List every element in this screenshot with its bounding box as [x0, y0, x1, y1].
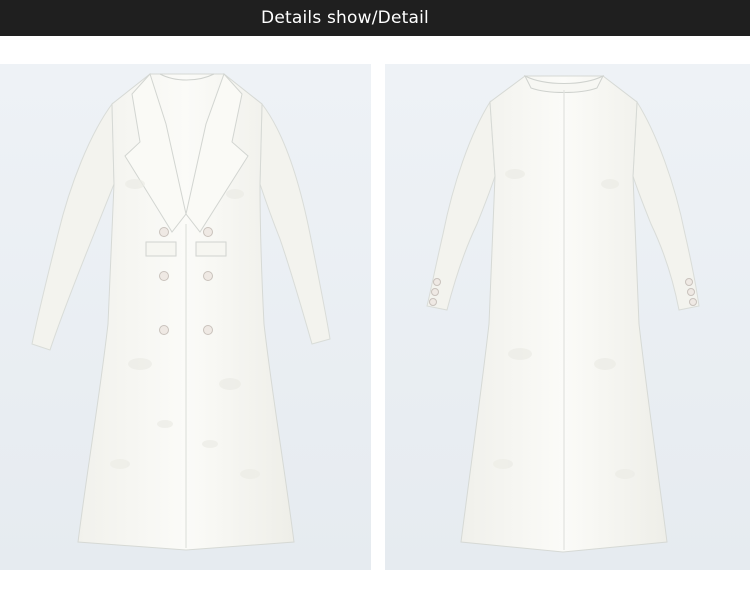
coat-front-photo — [0, 64, 371, 570]
header-banner: Details show/Detail — [0, 0, 750, 36]
left-sleeve — [31, 102, 115, 351]
right-pocket-flap — [195, 241, 227, 257]
left-pocket-flap — [145, 241, 177, 257]
right-sleeve — [259, 102, 331, 345]
coat-back-photo — [385, 64, 750, 570]
header-title: Details show/Detail — [261, 8, 429, 28]
